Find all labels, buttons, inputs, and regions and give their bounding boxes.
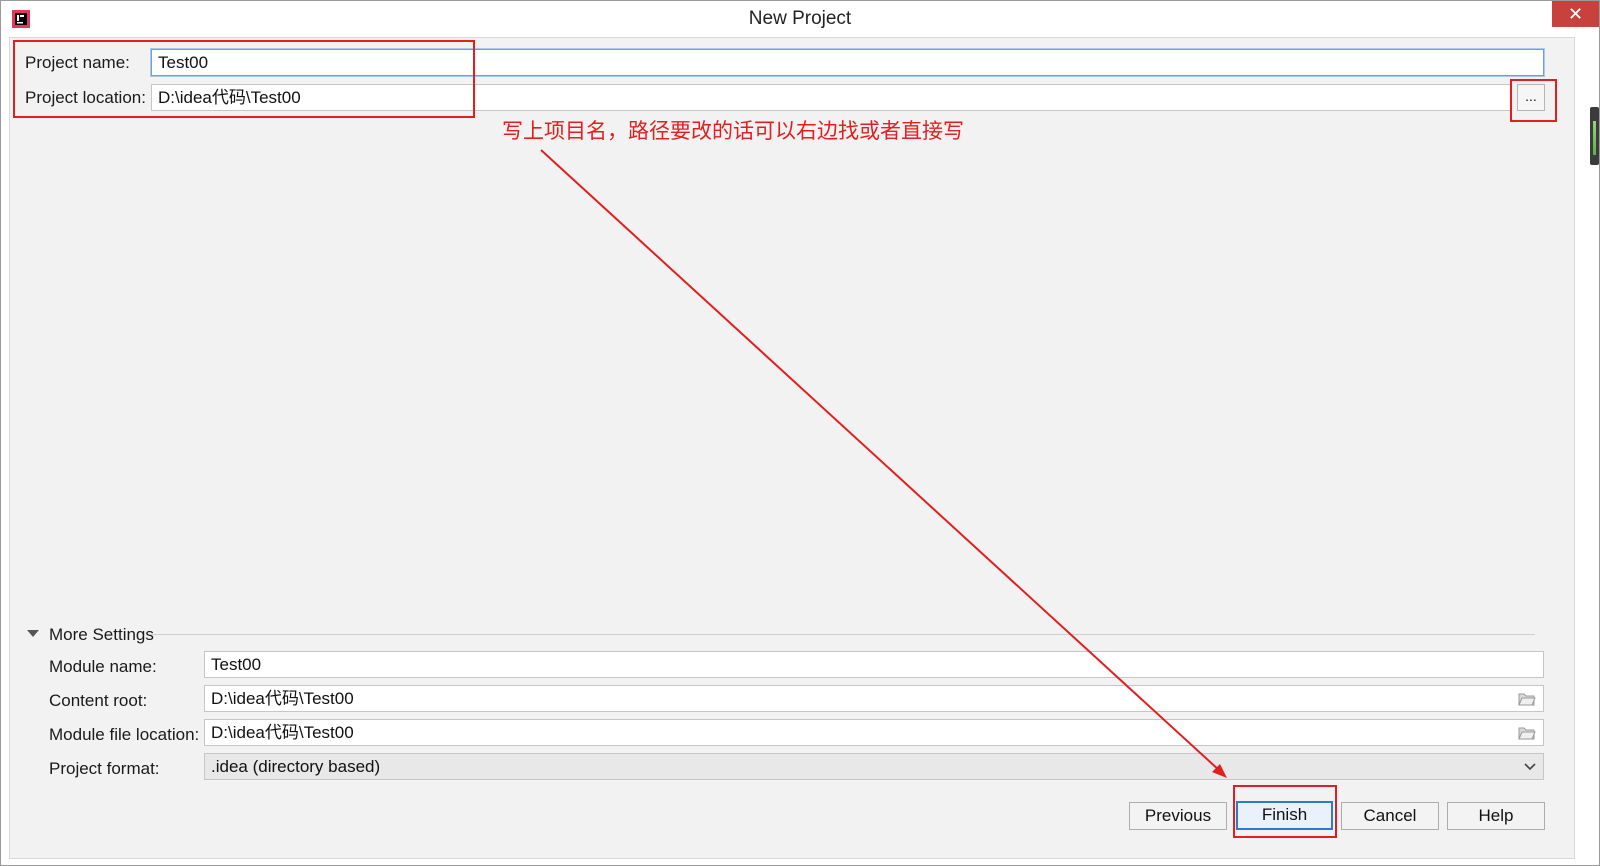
folder-browse-icon[interactable] <box>1518 726 1536 740</box>
section-divider <box>151 634 1535 635</box>
content-root-label: Content root: <box>49 691 148 710</box>
project-format-select[interactable]: .idea (directory based) <box>204 753 1544 780</box>
close-button[interactable]: ✕ <box>1552 1 1599 27</box>
content-root-input[interactable]: D:\idea代码\Test00 <box>204 685 1544 712</box>
help-button[interactable]: Help <box>1447 802 1545 830</box>
module-name-input[interactable]: Test00 <box>204 651 1544 678</box>
annotation-box-project-fields <box>13 40 475 118</box>
close-icon: ✕ <box>1567 4 1584 24</box>
previous-button[interactable]: Previous <box>1129 802 1227 830</box>
module-file-location-input[interactable]: D:\idea代码\Test00 <box>204 719 1544 746</box>
module-file-location-label: Module file location: <box>49 725 200 744</box>
window-title: New Project <box>748 8 852 29</box>
title-bar[interactable]: New Project ✕ <box>1 1 1599 37</box>
module-name-label: Module name: <box>49 657 157 676</box>
folder-browse-icon[interactable] <box>1518 692 1536 706</box>
project-format-label: Project format: <box>49 759 160 778</box>
annotation-box-finish <box>1233 785 1337 838</box>
cancel-button[interactable]: Cancel <box>1341 802 1439 830</box>
more-settings-header: More Settings <box>49 625 154 644</box>
annotation-text: 写上项目名，路径要改的话可以右边找或者直接写 <box>502 119 964 143</box>
expand-triangle-icon <box>27 630 39 637</box>
side-resize-grip[interactable] <box>1590 107 1599 165</box>
annotation-box-browse <box>1510 79 1557 122</box>
chevron-down-icon <box>1524 763 1536 771</box>
